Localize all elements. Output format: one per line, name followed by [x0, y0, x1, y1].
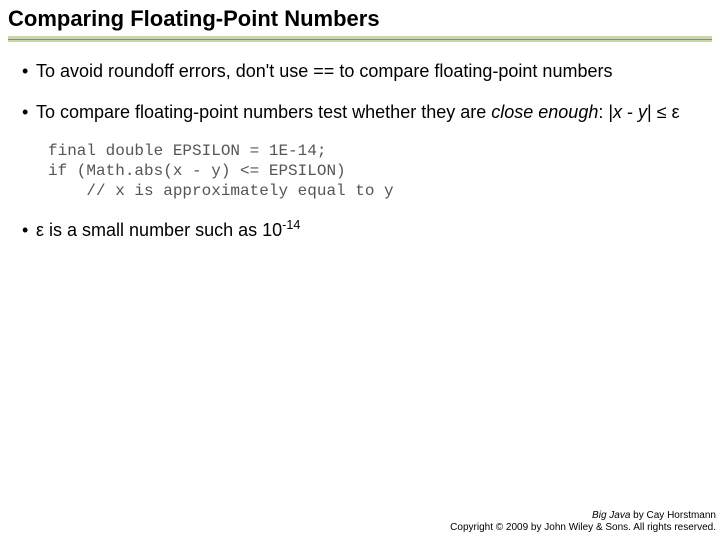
bullet-dot-icon: •: [22, 101, 36, 124]
book-title: Big Java: [592, 510, 630, 521]
bullet-item: • To compare floating-point numbers test…: [22, 101, 698, 124]
bullet-item: • ε is a small number such as 10-14: [22, 219, 698, 242]
emphasis-run: close enough: [491, 102, 598, 122]
author-run: by Cay Horstmann: [630, 510, 716, 521]
text-run: -: [622, 102, 638, 122]
footer: Big Java by Cay Horstmann Copyright © 20…: [450, 510, 716, 534]
text-run: : |: [598, 102, 613, 122]
slide-body: • To avoid roundoff errors, don't use ==…: [0, 42, 720, 242]
text-run: To avoid roundoff errors, don't use: [36, 61, 313, 81]
bullet-text: ε is a small number such as 10-14: [36, 219, 698, 242]
bullet-text: To avoid roundoff errors, don't use == t…: [36, 60, 698, 83]
text-run: | ≤ ε: [647, 102, 680, 122]
code-run: ==: [313, 61, 334, 81]
superscript-run: -14: [282, 218, 300, 232]
footer-line: Copyright © 2009 by John Wiley & Sons. A…: [450, 522, 716, 534]
bullet-text: To compare floating-point numbers test w…: [36, 101, 698, 124]
text-run: to compare floating-point numbers: [334, 61, 612, 81]
text-run: To compare floating-point numbers test w…: [36, 102, 491, 122]
var-run: y: [638, 102, 647, 122]
slide-title: Comparing Floating-Point Numbers: [8, 6, 712, 34]
var-run: x: [613, 102, 622, 122]
bullet-item: • To avoid roundoff errors, don't use ==…: [22, 60, 698, 83]
bullet-dot-icon: •: [22, 60, 36, 83]
text-run: ε is a small number such as 10: [36, 220, 282, 240]
title-area: Comparing Floating-Point Numbers: [0, 0, 720, 42]
footer-line: Big Java by Cay Horstmann: [450, 510, 716, 522]
code-block: final double EPSILON = 1E-14; if (Math.a…: [48, 141, 698, 201]
bullet-dot-icon: •: [22, 219, 36, 242]
